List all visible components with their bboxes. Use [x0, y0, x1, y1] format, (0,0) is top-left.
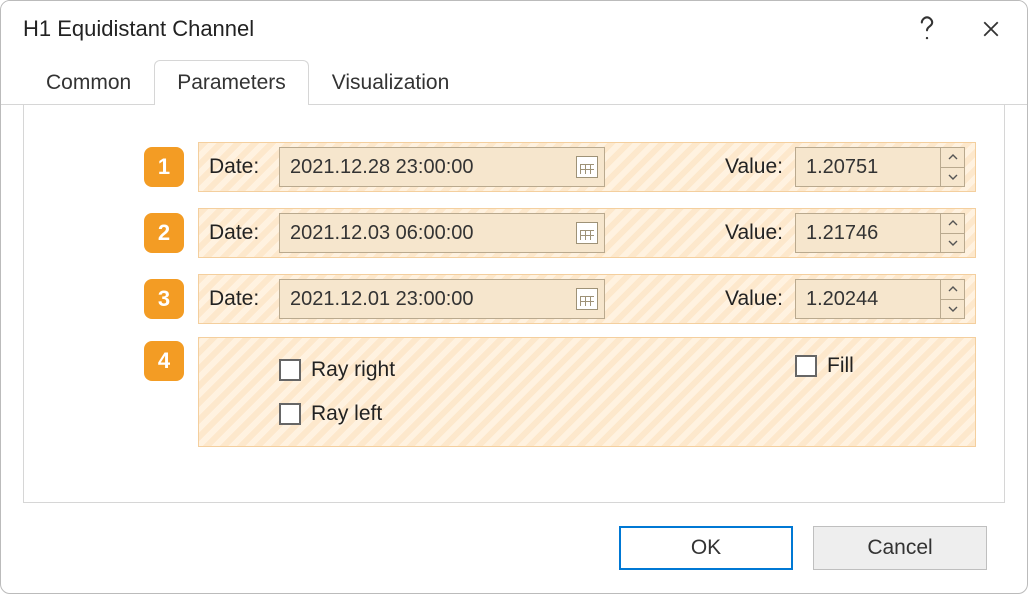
value-input-3[interactable]: 1.20244: [795, 279, 965, 319]
date-input-3[interactable]: 2021.12.01 23:00:00: [279, 279, 605, 319]
tabstrip: Common Parameters Visualization: [1, 57, 1027, 105]
date-input-2[interactable]: 2021.12.03 06:00:00: [279, 213, 605, 253]
close-button[interactable]: [959, 1, 1023, 57]
date-value-2: 2021.12.03 06:00:00: [290, 222, 576, 245]
dialog-footer: OK Cancel: [1, 503, 1027, 593]
value-number-2: 1.21746: [796, 214, 940, 252]
spin-down-button[interactable]: [941, 299, 964, 319]
checkbox-label: Ray left: [311, 402, 382, 426]
date-input-1[interactable]: 2021.12.28 23:00:00: [279, 147, 605, 187]
ok-button[interactable]: OK: [619, 526, 793, 570]
value-spinner-3: [940, 280, 964, 318]
spin-up-button[interactable]: [941, 214, 964, 233]
row-stripe-1: Date: 2021.12.28 23:00:00 Value: 1.20751: [198, 142, 976, 192]
value-spinner-1: [940, 148, 964, 186]
dialog-window: H1 Equidistant Channel Common Parameters…: [0, 0, 1028, 594]
help-button[interactable]: [895, 1, 959, 57]
parameters-panel: 1 Date: 2021.12.28 23:00:00 Value: 1.207…: [23, 105, 1005, 503]
checkbox-ray-left[interactable]: Ray left: [279, 402, 395, 426]
checkbox-fill[interactable]: Fill: [795, 354, 965, 378]
param-row-2: 2 Date: 2021.12.03 06:00:00 Value: 1.217…: [52, 205, 976, 261]
param-row-1: 1 Date: 2021.12.28 23:00:00 Value: 1.207…: [52, 139, 976, 195]
checkbox-box: [279, 403, 301, 425]
spin-up-button[interactable]: [941, 280, 964, 299]
row-stripe-4: Ray right Ray left Fill: [198, 337, 976, 447]
param-row-4: 4 Ray right Ray left: [52, 337, 976, 453]
row-badge-2: 2: [144, 213, 184, 253]
spin-up-button[interactable]: [941, 148, 964, 167]
date-label: Date:: [209, 287, 267, 311]
date-value-1: 2021.12.28 23:00:00: [290, 156, 576, 179]
spin-down-button[interactable]: [941, 167, 964, 187]
calendar-icon[interactable]: [576, 156, 598, 178]
value-number-1: 1.20751: [796, 148, 940, 186]
value-input-2[interactable]: 1.21746: [795, 213, 965, 253]
param-row-3: 3 Date: 2021.12.01 23:00:00 Value: 1.202…: [52, 271, 976, 327]
value-number-3: 1.20244: [796, 280, 940, 318]
help-icon: [918, 16, 936, 42]
calendar-icon[interactable]: [576, 288, 598, 310]
value-label: Value:: [725, 155, 783, 179]
window-title: H1 Equidistant Channel: [23, 16, 895, 42]
titlebar: H1 Equidistant Channel: [1, 1, 1027, 57]
row-badge-1: 1: [144, 147, 184, 187]
tab-parameters[interactable]: Parameters: [154, 60, 309, 105]
tab-visualization[interactable]: Visualization: [309, 60, 473, 105]
date-label: Date:: [209, 221, 267, 245]
row-badge-4: 4: [144, 341, 184, 381]
value-input-1[interactable]: 1.20751: [795, 147, 965, 187]
date-label: Date:: [209, 155, 267, 179]
cancel-button[interactable]: Cancel: [813, 526, 987, 570]
row-stripe-2: Date: 2021.12.03 06:00:00 Value: 1.21746: [198, 208, 976, 258]
tab-common[interactable]: Common: [23, 60, 154, 105]
value-spinner-2: [940, 214, 964, 252]
row-stripe-3: Date: 2021.12.01 23:00:00 Value: 1.20244: [198, 274, 976, 324]
checkbox-label: Ray right: [311, 358, 395, 382]
checkbox-box: [795, 355, 817, 377]
close-icon: [982, 20, 1000, 38]
spin-down-button[interactable]: [941, 233, 964, 253]
value-label: Value:: [725, 221, 783, 245]
calendar-icon[interactable]: [576, 222, 598, 244]
checkbox-label: Fill: [827, 354, 854, 378]
checkbox-ray-right[interactable]: Ray right: [279, 358, 395, 382]
value-label: Value:: [725, 287, 783, 311]
date-value-3: 2021.12.01 23:00:00: [290, 288, 576, 311]
row-badge-3: 3: [144, 279, 184, 319]
checkbox-box: [279, 359, 301, 381]
